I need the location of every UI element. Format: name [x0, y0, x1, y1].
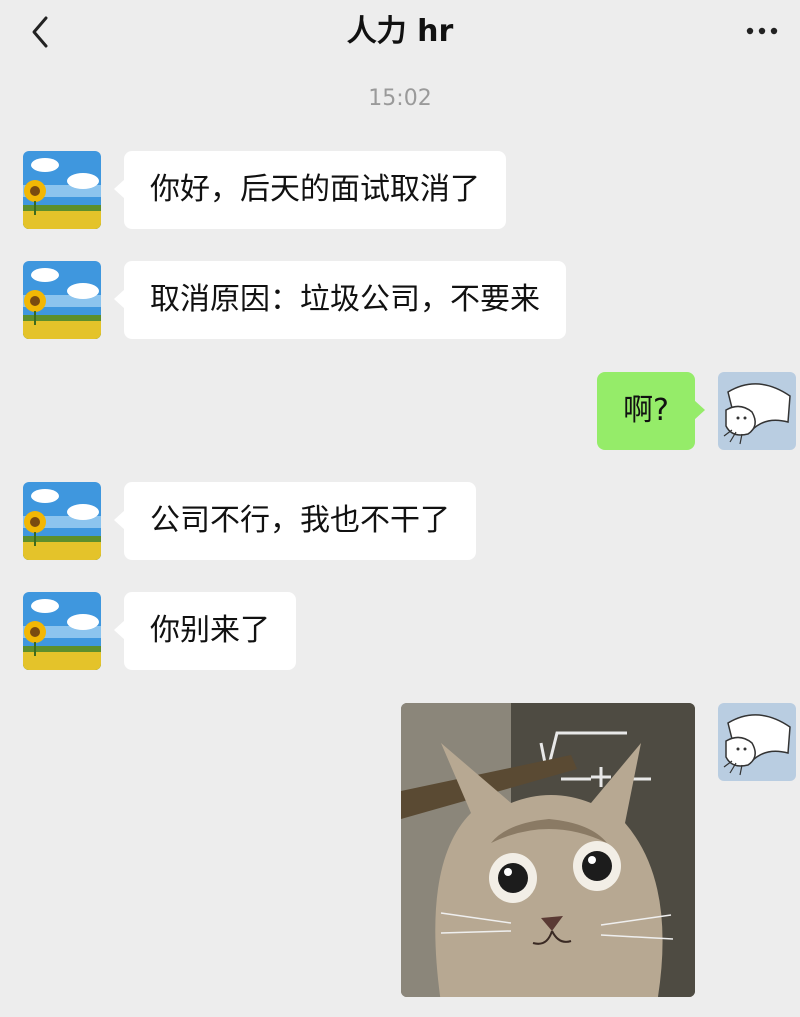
- chat-title: 人力 hr: [346, 14, 454, 49]
- message-bubble[interactable]: 公司不行，我也不干了: [114, 482, 476, 560]
- avatar-hr[interactable]: [23, 482, 101, 560]
- sunflower-avatar-icon: [23, 482, 101, 560]
- sunflower-avatar-icon: [23, 261, 101, 339]
- message-bubble-self[interactable]: 啊?: [597, 372, 705, 450]
- cartoon-avatar-icon: [718, 703, 796, 781]
- avatar-hr[interactable]: [23, 151, 101, 229]
- more-dots-icon: [746, 27, 778, 35]
- message-bubble[interactable]: 取消原因：垃圾公司，不要来: [114, 261, 566, 339]
- message-bubble[interactable]: 你好，后天的面试取消了: [114, 151, 506, 229]
- avatar-hr[interactable]: [23, 592, 101, 670]
- sunflower-avatar-icon: [23, 151, 101, 229]
- message-timestamp: 15:02: [368, 86, 432, 111]
- avatar-self[interactable]: [718, 372, 796, 450]
- more-button[interactable]: [742, 16, 782, 46]
- sunflower-avatar-icon: [23, 592, 101, 670]
- message-bubble[interactable]: 你别来了: [114, 592, 296, 670]
- avatar-self[interactable]: [718, 703, 796, 781]
- avatar-hr[interactable]: [23, 261, 101, 339]
- chat-header: 人力 hr: [0, 0, 800, 64]
- cat-math-meme-image: [401, 703, 695, 997]
- image-message[interactable]: [401, 703, 695, 997]
- cartoon-avatar-icon: [718, 372, 796, 450]
